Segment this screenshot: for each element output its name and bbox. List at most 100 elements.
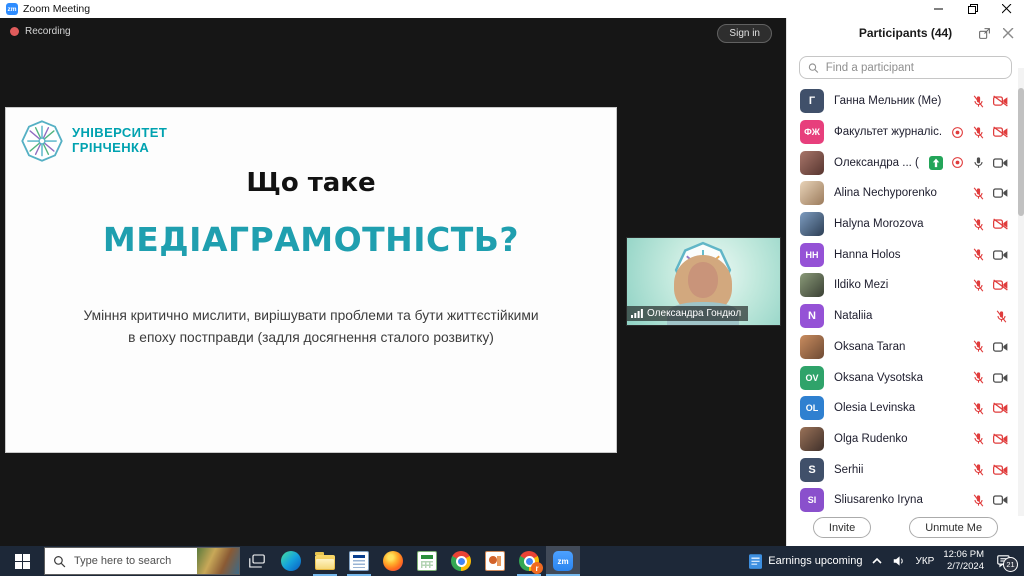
participant-name: Ганна Мельник (Me)	[834, 95, 962, 107]
participant-avatar	[800, 181, 824, 205]
participant-row[interactable]: SISliusarenko Iryna	[787, 485, 1017, 512]
taskbar-clock[interactable]: 12:06 PM 2/7/2024	[943, 549, 984, 573]
speaker-video-tile[interactable]: Олександра Гондюл	[627, 238, 780, 325]
minimize-icon	[934, 4, 944, 14]
firefox-icon	[383, 551, 403, 571]
scrollbar-track	[1018, 68, 1024, 516]
popout-panel-button[interactable]	[978, 27, 991, 40]
edge-icon	[281, 551, 301, 571]
search-input[interactable]	[824, 61, 1003, 75]
close-button[interactable]	[990, 0, 1024, 18]
participant-row[interactable]: OLOlesia Levinska	[787, 393, 1017, 424]
grinchenko-emblem-icon	[20, 119, 64, 163]
chevron-up-icon	[871, 557, 883, 565]
scrollbar-thumb[interactable]	[1018, 88, 1024, 216]
camera-on-icon	[993, 341, 1008, 353]
start-button[interactable]	[0, 546, 44, 576]
mic-muted-icon	[972, 340, 985, 353]
taskbar-app-impress[interactable]	[478, 546, 512, 576]
participant-row[interactable]: Ildiko Mezi	[787, 270, 1017, 301]
mic-muted-icon	[972, 95, 985, 108]
recording-badge-icon	[951, 156, 964, 169]
notification-count-badge: 21	[1003, 557, 1018, 572]
mic-muted-icon	[972, 126, 985, 139]
participant-avatar	[800, 335, 824, 359]
participant-row[interactable]: Олександра ... (Co-host)	[787, 147, 1017, 178]
mic-muted-icon	[972, 279, 985, 292]
window-title: Zoom Meeting	[23, 3, 90, 15]
popout-icon	[978, 27, 991, 40]
participant-avatar	[800, 151, 824, 175]
camera-off-icon	[993, 402, 1008, 414]
participant-name: Oksana Vysotska	[834, 372, 962, 384]
taskbar-app-firefox[interactable]	[376, 546, 410, 576]
participant-row[interactable]: ФЖФакультет журналіс... (Host)	[787, 117, 1017, 148]
camera-on-icon	[993, 494, 1008, 506]
mic-muted-icon	[972, 218, 985, 231]
participant-row[interactable]: Halyna Morozova	[787, 209, 1017, 240]
mic-on-icon	[972, 156, 985, 169]
recording-indicator: Recording	[10, 26, 71, 37]
participant-avatar: S	[800, 458, 824, 482]
unmute-me-button[interactable]: Unmute Me	[909, 517, 998, 538]
meeting-area: Recording Sign in УНІВЕРСИТЕТ ГРІНЧЕНКА	[0, 18, 786, 546]
taskbar-app-chrome[interactable]	[444, 546, 478, 576]
chrome-alt-icon: r	[519, 551, 539, 571]
news-label: Earnings upcoming	[768, 555, 862, 567]
restore-icon	[968, 4, 978, 14]
tray-expand-button[interactable]	[871, 557, 883, 565]
participant-row[interactable]: Alina Nechyporenko	[787, 178, 1017, 209]
speaker-icon	[892, 555, 906, 567]
camera-on-icon	[993, 372, 1008, 384]
participant-list: ГГанна Мельник (Me)ФЖФакультет журналіс.…	[787, 86, 1017, 512]
window-titlebar: zm Zoom Meeting	[0, 0, 1024, 18]
taskbar: rzm Earnings upcoming УКР 12:06 PM 2/7/2…	[0, 546, 1024, 576]
taskbar-app-writer[interactable]	[342, 546, 376, 576]
participant-row[interactable]: ГГанна Мельник (Me)	[787, 86, 1017, 117]
clock-date: 2/7/2024	[943, 561, 984, 573]
task-view-button[interactable]	[240, 546, 274, 576]
invite-button[interactable]: Invite	[813, 517, 871, 538]
participant-avatar: N	[800, 304, 824, 328]
participant-name: Nataliia	[834, 310, 985, 322]
participant-row[interactable]: Olga Rudenko	[787, 424, 1017, 455]
taskbar-app-file-explorer[interactable]	[308, 546, 342, 576]
notification-center-button[interactable]: 21	[997, 554, 1012, 568]
participant-row[interactable]: SSerhii	[787, 454, 1017, 485]
calc-icon	[417, 551, 437, 571]
language-indicator[interactable]: УКР	[915, 556, 934, 567]
taskbar-search[interactable]	[44, 547, 240, 575]
participant-row[interactable]: HHHanna Holos	[787, 239, 1017, 270]
shared-slide: УНІВЕРСИТЕТ ГРІНЧЕНКА Що таке МЕДІАГРАМО…	[5, 107, 617, 453]
file-explorer-icon	[315, 555, 335, 570]
participant-row[interactable]: Oksana Taran	[787, 332, 1017, 363]
participant-row[interactable]: OVOksana Vysotska	[787, 362, 1017, 393]
taskbar-app-zoom[interactable]: zm	[546, 546, 580, 576]
camera-off-icon	[993, 433, 1008, 445]
participant-row[interactable]: N Nataliia	[787, 301, 1017, 332]
taskbar-search-input[interactable]	[72, 554, 191, 568]
close-panel-button[interactable]	[1003, 28, 1014, 39]
participant-avatar	[800, 427, 824, 451]
participant-name: Oksana Taran	[834, 341, 962, 353]
camera-off-icon	[993, 126, 1008, 138]
search-highlight-image[interactable]	[197, 548, 239, 574]
taskbar-app-calc[interactable]	[410, 546, 444, 576]
camera-on-icon	[993, 187, 1008, 199]
minimize-button[interactable]	[922, 0, 956, 18]
taskbar-app-edge[interactable]	[274, 546, 308, 576]
mic-muted-icon	[972, 494, 985, 507]
participant-search[interactable]	[799, 56, 1012, 79]
taskbar-search-icon	[53, 555, 66, 568]
taskbar-app-chrome-alt[interactable]: r	[512, 546, 546, 576]
sign-in-button[interactable]: Sign in	[717, 24, 772, 43]
news-icon	[749, 554, 762, 569]
mic-muted-icon	[972, 187, 985, 200]
camera-off-icon	[993, 95, 1008, 107]
restore-button[interactable]	[956, 0, 990, 18]
impress-icon	[485, 551, 505, 571]
volume-button[interactable]	[892, 555, 906, 567]
video-participant-name: Олександра Гондюл	[647, 308, 741, 319]
news-widget[interactable]: Earnings upcoming	[749, 554, 862, 569]
clock-time: 12:06 PM	[943, 549, 984, 561]
